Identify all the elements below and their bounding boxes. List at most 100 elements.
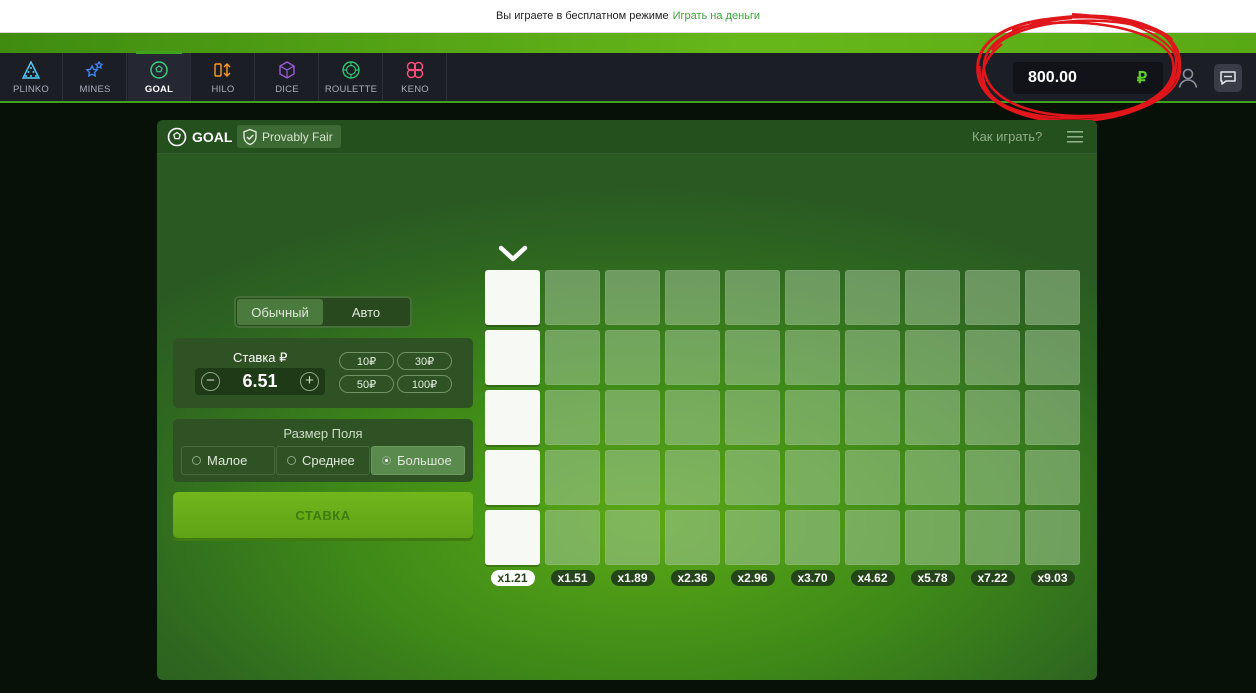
mines-icon: [84, 59, 106, 81]
grid-cell[interactable]: [905, 270, 960, 325]
grid-cell[interactable]: [725, 510, 780, 565]
grid-cell[interactable]: [665, 390, 720, 445]
grid-cell[interactable]: [785, 330, 840, 385]
how-to-play-link[interactable]: Как играть?: [972, 129, 1042, 144]
grid-cell[interactable]: [485, 390, 540, 445]
grid-cell[interactable]: [905, 450, 960, 505]
grid-cell[interactable]: [545, 330, 600, 385]
grid-cell[interactable]: [605, 270, 660, 325]
grid-cell[interactable]: [905, 330, 960, 385]
bet-increase-button[interactable]: +: [300, 372, 319, 391]
mode-manual-tab[interactable]: Обычный: [237, 299, 323, 325]
nav-item-mines[interactable]: MINES: [64, 53, 127, 101]
shield-check-icon: [243, 128, 257, 145]
user-profile-icon[interactable]: [1176, 66, 1200, 90]
grid-cell[interactable]: [725, 330, 780, 385]
grid-cell[interactable]: [785, 450, 840, 505]
nav-item-label: PLINKO: [12, 84, 50, 95]
nav-item-plinko[interactable]: PLINKO: [0, 53, 63, 101]
provably-fair-badge[interactable]: Provably Fair: [237, 125, 341, 148]
quick-bet-50[interactable]: 50₽: [339, 375, 394, 393]
grid-cell[interactable]: [845, 330, 900, 385]
grid-cell[interactable]: [1025, 450, 1080, 505]
quick-bet-100[interactable]: 100₽: [397, 375, 452, 393]
chevron-down-icon: [498, 245, 528, 262]
grid-cell[interactable]: [665, 270, 720, 325]
grid-cell[interactable]: [665, 330, 720, 385]
grid-cell[interactable]: [725, 270, 780, 325]
grid-cell[interactable]: [485, 270, 540, 325]
grid-cell[interactable]: [965, 450, 1020, 505]
nav-item-roulette[interactable]: ROULETTE: [320, 53, 383, 101]
bet-label: Ставка ₽: [233, 350, 288, 365]
multiplier-badge: x1.51: [550, 570, 595, 586]
grid-cell[interactable]: [545, 510, 600, 565]
grid-cell[interactable]: [605, 450, 660, 505]
grid-cell[interactable]: [545, 270, 600, 325]
grid-cell[interactable]: [1025, 510, 1080, 565]
grid-cell[interactable]: [785, 270, 840, 325]
field-size-box: Размер Поля Малое Среднее Большое: [173, 419, 473, 482]
grid-cell[interactable]: [485, 450, 540, 505]
grid-cell[interactable]: [965, 330, 1020, 385]
field-size-small-label: Малое: [207, 453, 248, 468]
grid-cell[interactable]: [1025, 390, 1080, 445]
chat-button[interactable]: [1214, 64, 1242, 92]
bet-amount-stepper: − 6.51 +: [195, 368, 325, 395]
grid-cell[interactable]: [845, 450, 900, 505]
multiplier-badge: x3.70: [790, 570, 835, 586]
grid-cell[interactable]: [545, 450, 600, 505]
nav-item-keno[interactable]: KENO: [384, 53, 447, 101]
grid-cell[interactable]: [845, 270, 900, 325]
keno-icon: [404, 59, 426, 81]
top-nav: PLINKO MINES GOAL HILO DICE ROULETTE KENO 800.…: [0, 51, 1256, 103]
game-panel: GOAL Provably Fair Как играть? Обычный А…: [157, 120, 1097, 680]
grid-cell[interactable]: [965, 270, 1020, 325]
grid-cell[interactable]: [725, 390, 780, 445]
game-title-label: GOAL: [192, 129, 233, 145]
grid-cell[interactable]: [845, 390, 900, 445]
grid-cell[interactable]: [485, 510, 540, 565]
grid-cell[interactable]: [965, 390, 1020, 445]
grid-cell[interactable]: [605, 510, 660, 565]
play-for-money-link[interactable]: Играть на деньги: [673, 10, 760, 22]
dice-icon: [276, 59, 298, 81]
grid-cell[interactable]: [485, 330, 540, 385]
nav-item-label: ROULETTE: [324, 84, 378, 95]
nav-item-goal[interactable]: GOAL: [128, 51, 191, 101]
place-bet-button[interactable]: СТАВКА: [173, 492, 473, 538]
nav-item-hilo[interactable]: HILO: [192, 53, 255, 101]
field-size-small[interactable]: Малое: [181, 446, 275, 475]
field-size-medium[interactable]: Среднее: [276, 446, 370, 475]
balance-display[interactable]: 800.00 ₽: [1013, 62, 1163, 94]
mode-auto-tab[interactable]: Авто: [323, 299, 409, 325]
multiplier-badge: x9.03: [1030, 570, 1075, 586]
quick-bet-10[interactable]: 10₽: [339, 352, 394, 370]
grid-cell[interactable]: [665, 450, 720, 505]
field-size-large[interactable]: Большое: [371, 446, 465, 475]
grid-cell[interactable]: [785, 390, 840, 445]
nav-item-label: GOAL: [144, 84, 174, 95]
nav-item-dice[interactable]: DICE: [256, 53, 319, 101]
grid-cell[interactable]: [605, 390, 660, 445]
grid-cell[interactable]: [725, 450, 780, 505]
grid-cell[interactable]: [1025, 330, 1080, 385]
hamburger-menu-icon[interactable]: [1067, 131, 1083, 143]
hilo-icon: [212, 59, 234, 81]
game-title: GOAL: [167, 127, 232, 147]
grid-cell[interactable]: [545, 390, 600, 445]
nav-item-label: HILO: [211, 84, 235, 95]
radio-dot-icon: [287, 456, 296, 465]
game-header: GOAL Provably Fair Как играть?: [157, 120, 1097, 154]
grid-cell[interactable]: [965, 510, 1020, 565]
grid-cell[interactable]: [785, 510, 840, 565]
grid-cell[interactable]: [665, 510, 720, 565]
grid-cell[interactable]: [905, 390, 960, 445]
quick-bet-30[interactable]: 30₽: [397, 352, 452, 370]
grid-cell[interactable]: [905, 510, 960, 565]
grid-cell[interactable]: [845, 510, 900, 565]
nav-item-label: KENO: [401, 84, 429, 95]
field-size-medium-label: Среднее: [302, 453, 355, 468]
grid-cell[interactable]: [1025, 270, 1080, 325]
grid-cell[interactable]: [605, 330, 660, 385]
